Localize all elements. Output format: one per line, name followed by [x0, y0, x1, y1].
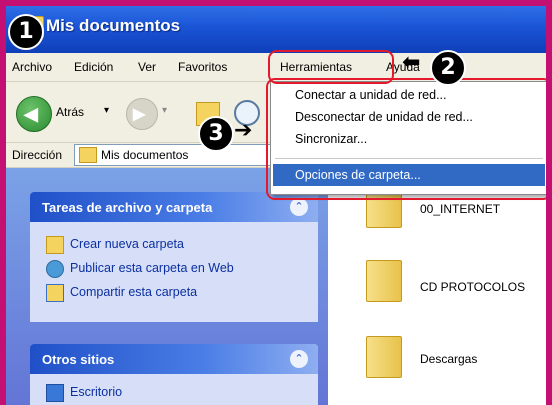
forward-arrow-icon: ▶ — [133, 106, 146, 123]
step-marker-3: 3 — [198, 116, 234, 152]
menu-edicion[interactable]: Edición — [74, 60, 113, 74]
collapse-chevron-icon[interactable]: ⌃ — [290, 350, 308, 368]
places-panel: Otros sitios ⌃ Escritorio — [30, 344, 318, 405]
file-list: 00_INTERNET CD PROTOCOLOS Descargas — [328, 168, 546, 405]
new-folder-icon — [46, 236, 64, 254]
back-arrow-icon: ◀ — [24, 104, 38, 124]
menu-ver[interactable]: Ver — [138, 60, 156, 74]
highlight-box-menu — [266, 78, 546, 200]
back-dropdown-icon[interactable]: ▾ — [104, 105, 109, 116]
places-panel-header[interactable]: Otros sitios ⌃ — [30, 344, 318, 374]
folder-name: Descargas — [420, 352, 478, 366]
back-button[interactable]: ◀ — [16, 96, 52, 132]
task-label: Compartir esta carpeta — [70, 285, 198, 299]
title-bar[interactable]: Mis documentos — [6, 6, 546, 53]
address-label: Dirección — [12, 148, 63, 162]
arrow-left-icon: ⬅ — [402, 50, 421, 75]
window-title: Mis documentos — [46, 16, 181, 35]
task-label: Publicar esta carpeta en Web — [70, 261, 234, 275]
share-folder-icon — [46, 284, 64, 302]
folder-name: CD PROTOCOLOS — [420, 280, 526, 294]
forward-dropdown-icon[interactable]: ▾ — [162, 105, 167, 116]
explorer-window: Mis documentos Archivo Edición Ver Favor… — [6, 6, 546, 405]
menu-favoritos[interactable]: Favoritos — [178, 60, 227, 74]
place-label: Escritorio — [70, 385, 123, 399]
places-panel-title: Otros sitios — [42, 352, 115, 367]
arrow-right-icon: ➔ — [234, 118, 253, 143]
folder-icon — [366, 260, 402, 302]
task-label: Crear nueva carpeta — [70, 237, 184, 251]
back-label[interactable]: Atrás — [56, 105, 84, 119]
step-marker-2: 2 — [430, 50, 466, 86]
desktop-icon — [46, 384, 64, 402]
task-pane: Tareas de archivo y carpeta ⌃ Crear nuev… — [6, 168, 328, 405]
folder-icon — [79, 147, 97, 163]
address-value: Mis documentos — [101, 148, 189, 162]
step-marker-1: 1 — [8, 14, 44, 50]
collapse-chevron-icon[interactable]: ⌃ — [290, 198, 308, 216]
menu-archivo[interactable]: Archivo — [12, 60, 52, 74]
forward-button[interactable]: ▶ — [126, 98, 158, 130]
tasks-panel-title: Tareas de archivo y carpeta — [42, 200, 213, 215]
tasks-panel: Tareas de archivo y carpeta ⌃ Crear nuev… — [30, 192, 318, 322]
folder-icon — [366, 336, 402, 378]
folder-name: 00_INTERNET — [420, 202, 501, 216]
globe-icon — [46, 260, 64, 278]
